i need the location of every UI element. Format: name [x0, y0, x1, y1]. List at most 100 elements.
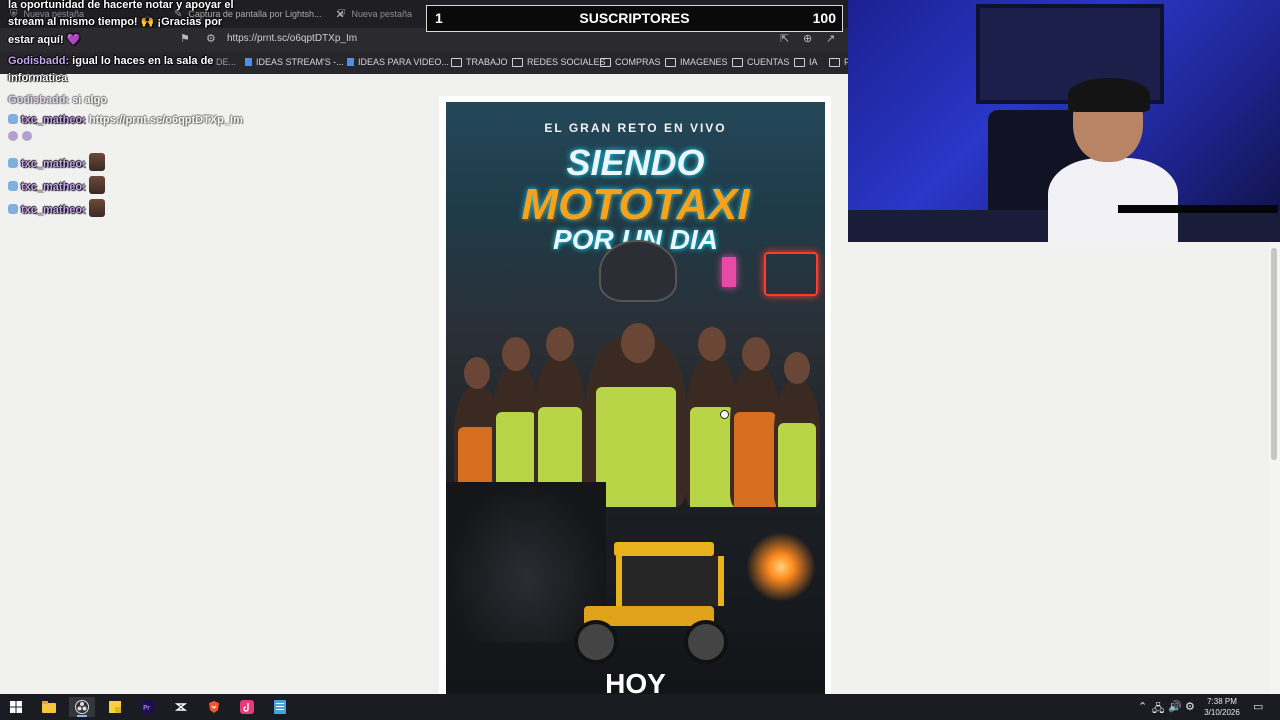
file-explorer-icon[interactable] [36, 697, 62, 717]
chat-badge-icon [8, 114, 18, 124]
poster-crowd [446, 297, 825, 507]
folder-icon [732, 57, 743, 67]
capcut-icon[interactable] [168, 697, 194, 717]
bookmark-ia[interactable]: IA [794, 57, 818, 67]
chat-message: txc_matheo: [8, 153, 105, 173]
folder-icon [665, 57, 676, 67]
bookmark-label: CUENTAS [747, 57, 790, 67]
bookmark-cuentas[interactable]: CUENTAS [732, 57, 789, 67]
emote-icon [8, 131, 18, 141]
url-field[interactable]: https://prnt.sc/o6qptDTXp_Im [227, 33, 357, 44]
bookmark-truncated[interactable]: DE... [216, 57, 236, 67]
folder-icon [451, 57, 462, 67]
chat-message: Godisbadd: igual lo haces en la sala de [8, 53, 213, 70]
bookmark-label: IDEAS STREAM'S -... [256, 57, 344, 67]
poster-title-line2: MOTOTAXI [521, 180, 750, 229]
bookmark-redes-sociales[interactable]: REDES SOCIALES [512, 57, 606, 67]
svg-text:Pr: Pr [143, 704, 150, 712]
doc-icon [245, 58, 252, 66]
gear-icon[interactable]: ⚙ [1185, 700, 1195, 713]
sparks [746, 532, 816, 602]
bookmark-label: IMAGENES [680, 57, 728, 67]
chat-emotes [8, 130, 36, 147]
tiktok-icon[interactable] [234, 697, 260, 717]
poster-kicker: EL GRAN RETO EN VIVO [544, 121, 727, 135]
bookmark-ideas-stream[interactable]: IDEAS STREAM'S -... [245, 57, 344, 67]
chat-link[interactable]: https://prnt.sc/o6qptDTXp_Im [89, 114, 243, 126]
subscriber-counter: 1 SUSCRIPTORES 100 [426, 5, 843, 32]
webcam-feed [848, 0, 1280, 242]
bookmark-label: COMPRAS [615, 57, 661, 67]
bookmark-label: DE... [216, 57, 237, 67]
poster-footer: HOY [605, 668, 666, 694]
scrollbar-thumb[interactable] [1271, 248, 1277, 460]
chat-alert-line: la oportunidad de hacerte notar y apoyar… [8, 0, 234, 11]
clock-time: 7:38 PM [1207, 697, 1237, 706]
chat-username: txc_matheo: [21, 204, 86, 216]
chat-text-continued: informatica [8, 72, 68, 84]
share-icon[interactable]: ↗ [826, 32, 835, 45]
sticky-notes-icon[interactable] [102, 697, 128, 717]
neon-sign [722, 257, 736, 287]
chat-username: Godisbadd: [8, 55, 70, 67]
notepad-icon[interactable] [267, 697, 293, 717]
bookmark-imagenes[interactable]: IMAGENES [665, 57, 728, 67]
face-emote-icon [88, 176, 105, 194]
chat-message: txc_matheo: https://prnt.sc/o6qptDTXp_Im [8, 112, 243, 129]
tab-label: Nueva pestaña [351, 9, 413, 19]
chat-badge-icon [8, 204, 18, 214]
system-clock[interactable]: 7:38 PM 3/10/2026 [1196, 696, 1248, 718]
brave-icon[interactable] [201, 697, 227, 717]
site-settings-icon[interactable]: ⚙ [206, 32, 216, 45]
bookmark-label: IDEAS PARA VIDEO... [358, 57, 449, 67]
tab-new-tab-2[interactable]: ⛨ Nueva pestaña [338, 4, 412, 24]
mic-arm [1118, 205, 1278, 213]
bookmark-ideas-video[interactable]: IDEAS PARA VIDEO... [347, 57, 449, 67]
chat-alert-line: estar aquí! 💜 [8, 34, 81, 46]
mouse-cursor [720, 410, 729, 419]
windows-start-icon[interactable] [3, 697, 29, 717]
premiere-pro-icon[interactable]: Pr [135, 697, 161, 717]
bookmark-compras[interactable]: COMPRAS [600, 57, 661, 67]
notification-icon[interactable]: ▭ [1253, 700, 1263, 713]
folder-icon [512, 57, 523, 67]
emote-icon [22, 131, 32, 141]
network-icon[interactable]: 🖧 [1152, 700, 1164, 719]
chat-badge-icon [8, 158, 18, 168]
chat-text: si algo [72, 94, 108, 106]
zoom-icon[interactable]: ⊕ [803, 32, 812, 45]
folder-icon [829, 57, 840, 67]
doc-icon [347, 58, 354, 66]
folder-icon [600, 57, 611, 67]
subscriber-label: SUSCRIPTORES [579, 10, 690, 26]
obs-icon[interactable] [69, 697, 95, 717]
streamer [1038, 78, 1188, 242]
taskbar: Pr ⌃ 🖧 🔊 ⚙ 7:38 PM 3/10/2026 ▭ [0, 694, 1280, 720]
bookmark-f[interactable]: F [829, 57, 850, 67]
chat-username: Godisbadd: [8, 94, 70, 106]
chat-text: igual lo haces en la sala de [72, 55, 214, 67]
helmet [599, 240, 677, 302]
volume-icon[interactable]: 🔊 [1168, 700, 1182, 713]
open-external-icon[interactable]: ⇱ [780, 32, 789, 45]
mototaxi [574, 542, 728, 664]
chat-badge-icon [8, 181, 18, 191]
neon-sign [764, 252, 818, 296]
chat-message: Godisbadd: si algo [8, 92, 107, 109]
chat-username: txc_matheo: [21, 158, 86, 170]
folder-icon [794, 57, 805, 67]
bookmark-label: TRABAJO [466, 57, 508, 67]
chevron-up-icon[interactable]: ⌃ [1138, 700, 1147, 713]
poster-title-line1: SIENDO [566, 142, 705, 183]
bookmark-trabajo[interactable]: TRABAJO [451, 57, 508, 67]
screenshot-image[interactable]: EL GRAN RETO EN VIVO SIENDO MOTOTAXI POR… [446, 102, 825, 694]
face-emote-icon [88, 199, 105, 217]
chat-alert-line: stream al mismo tiempo! 🙌 ¡Gracias por [8, 16, 223, 28]
chat-message: txc_matheo: [8, 176, 105, 196]
bookmark-label: IA [809, 57, 818, 67]
face-emote-icon [88, 153, 105, 171]
chat-message: txc_matheo: [8, 199, 105, 219]
bookmark-icon[interactable]: ⚑ [180, 32, 190, 45]
shield-icon: ⛨ [338, 8, 346, 20]
chat-username: txc_matheo: [21, 114, 86, 126]
